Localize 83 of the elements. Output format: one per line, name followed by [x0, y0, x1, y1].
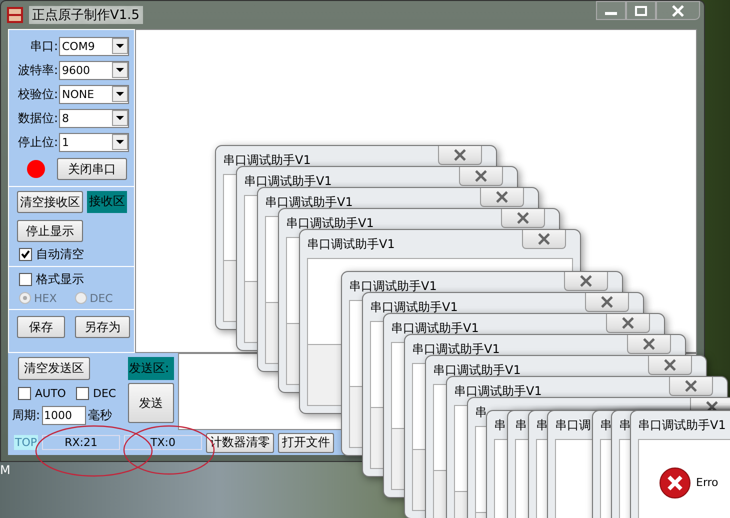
close-button[interactable] — [480, 188, 524, 207]
period-input[interactable]: 1000 — [42, 406, 86, 425]
close-button[interactable] — [656, 1, 700, 20]
send-option-checkbox[interactable]: DEC — [70, 385, 116, 401]
dialog-title: 串口调试助手V1 — [638, 417, 726, 434]
dialog-title: 串口调试助手V1 — [433, 362, 521, 379]
close-button[interactable] — [648, 356, 692, 375]
setting-label: 停止位: — [16, 134, 58, 150]
close-button[interactable] — [522, 230, 566, 249]
port-toggle-button[interactable]: 关闭串口 — [57, 158, 127, 180]
dialog-title: 串 — [515, 417, 527, 434]
dialog-title: 串 — [619, 417, 631, 434]
close-icon — [621, 317, 635, 329]
close-button[interactable] — [501, 209, 545, 228]
error-message: Erro — [696, 476, 718, 489]
close-button[interactable] — [438, 146, 482, 165]
maximize-icon — [634, 6, 648, 16]
dialog-title: 串口调试助手V1 — [454, 383, 542, 400]
minimize-icon — [605, 12, 617, 15]
send-button[interactable]: 发送 — [128, 383, 174, 423]
setting-dropdown[interactable]: COM9 — [59, 36, 129, 56]
tx-counter: TX:0 — [124, 435, 202, 450]
dialog-title: 串口调试助手V1 — [244, 173, 332, 190]
close-icon — [495, 191, 509, 203]
close-icon — [579, 275, 593, 287]
rx-counter: RX:21 — [42, 435, 120, 450]
dialog-title: 串 — [475, 404, 487, 421]
dialog-title: 串 — [536, 417, 548, 434]
close-button[interactable] — [459, 167, 503, 186]
auto-clear-checkbox[interactable]: 自动清空 — [13, 246, 130, 262]
close-icon — [684, 380, 698, 392]
close-button[interactable] — [627, 335, 671, 354]
close-button[interactable] — [564, 272, 608, 291]
period-unit-label: 毫秒 — [88, 407, 112, 424]
minimize-button[interactable] — [596, 1, 626, 20]
close-icon — [663, 359, 677, 371]
close-icon — [705, 401, 719, 413]
format-display-checkbox[interactable]: 格式显示 — [13, 271, 130, 287]
setting-dropdown[interactable]: 9600 — [59, 60, 129, 80]
dialog-title: 串口调试助手V1 — [412, 341, 500, 358]
maximize-button[interactable] — [626, 1, 656, 20]
close-button[interactable] — [606, 314, 650, 333]
stop-display-button[interactable]: 停止显示 — [17, 220, 83, 242]
close-icon — [537, 233, 551, 245]
dialog-title: 串 — [600, 417, 612, 434]
close-icon — [453, 149, 467, 161]
app-logo-icon — [7, 7, 23, 23]
dialog-title: 串口调试助手V1 — [223, 152, 311, 169]
close-icon — [671, 4, 685, 16]
dialog-title: 串口调 — [555, 417, 591, 434]
period-label: 周期: — [12, 407, 40, 424]
close-icon — [642, 338, 656, 350]
close-icon — [474, 170, 488, 182]
dialog-title: 串口调试助手V1 — [286, 215, 374, 232]
open-file-button[interactable]: 打开文件 — [278, 432, 334, 452]
clear-send-button[interactable]: 清空发送区 — [18, 357, 90, 380]
send-area-label: 发送区: — [128, 357, 174, 380]
setting-label: 串口: — [28, 38, 58, 54]
setting-dropdown[interactable]: NONE — [59, 84, 129, 104]
setting-label: 校验位: — [16, 86, 58, 102]
setting-dropdown[interactable]: 1 — [59, 132, 129, 152]
setting-dropdown[interactable]: 8 — [59, 108, 129, 128]
close-icon — [516, 212, 530, 224]
send-option-checkbox[interactable]: AUTO — [12, 385, 66, 401]
dialog-title: 串口调试助手V1 — [370, 299, 458, 316]
dialog-title: 串口调试助手V1 — [349, 278, 437, 295]
dialog-title: 串 — [494, 417, 506, 434]
top-label: TOP — [14, 435, 38, 450]
close-icon — [600, 296, 614, 308]
close-button[interactable] — [585, 293, 629, 312]
setting-label: 波特率: — [16, 62, 58, 78]
receive-area-label: 接收区 — [87, 191, 127, 213]
close-button[interactable] — [669, 377, 713, 396]
desktop-icon-label: M — [0, 463, 10, 477]
clear-receive-button[interactable]: 清空接收区 — [17, 191, 83, 213]
dialog-title: 串口调试助手V1 — [265, 194, 353, 211]
save-as-button[interactable]: 另存为 — [75, 316, 130, 338]
dialog-title: 串口调试助手V1 — [391, 320, 479, 337]
error-icon — [659, 466, 691, 498]
save-button[interactable]: 保存 — [17, 316, 65, 338]
dialog-title: 串口调试助手V1 — [307, 236, 395, 253]
checkmark-icon — [20, 248, 31, 260]
setting-label: 数据位: — [16, 110, 58, 126]
